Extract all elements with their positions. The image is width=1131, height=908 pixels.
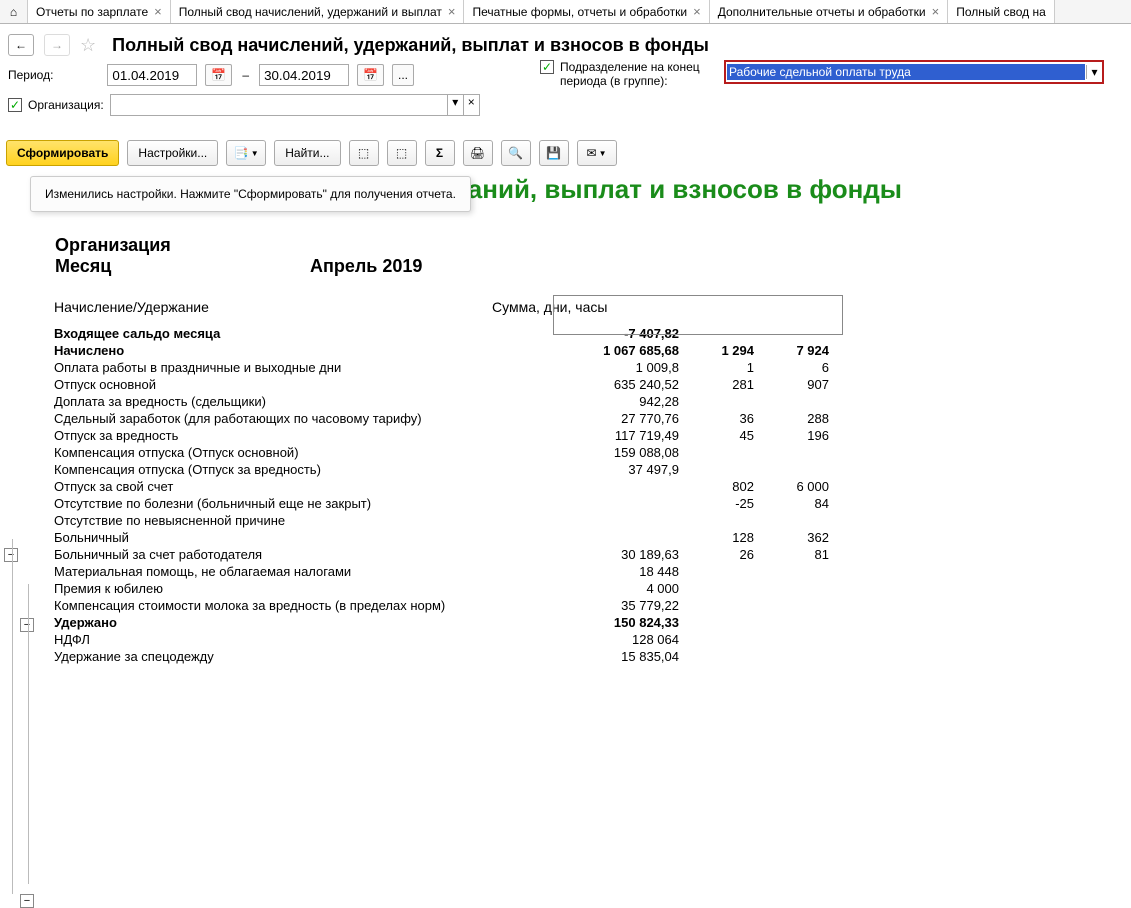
sum-icon[interactable]: Σ	[425, 140, 455, 166]
settings-button[interactable]: Настройки...	[127, 140, 218, 166]
mail-icon[interactable]: ✉▼	[577, 140, 617, 166]
chevron-down-icon[interactable]: ▾	[447, 95, 463, 115]
report-area: Изменились настройки. Нажмите "Сформиров…	[0, 174, 1131, 665]
save-settings-button[interactable]: 📑▼	[226, 140, 266, 166]
tab-label: Дополнительные отчеты и обработки	[718, 5, 926, 19]
generate-button[interactable]: Сформировать	[6, 140, 119, 166]
collapse-icon[interactable]: ⬚	[387, 140, 417, 166]
subdivision-value: Рабочие сдельной оплаты труда	[727, 64, 1085, 80]
tab-label: Печатные формы, отчеты и обработки	[472, 5, 687, 19]
table-row[interactable]: Начислено1 067 685,681 2947 924	[14, 342, 1131, 359]
table-row[interactable]: Удержание за спецодежду15 835,04	[14, 648, 1131, 665]
meta-month-value: Апрель 2019	[310, 256, 422, 277]
date-from-input[interactable]	[107, 64, 197, 86]
subdivision-field[interactable]: Рабочие сдельной оплаты труда ▾	[724, 60, 1104, 84]
page-title: Полный свод начислений, удержаний, выпла…	[112, 35, 709, 56]
date-to-input[interactable]	[259, 64, 349, 86]
table-row[interactable]: Больничный за счет работодателя30 189,63…	[14, 546, 1131, 563]
table-row[interactable]: Компенсация отпуска (Отпуск основной)159…	[14, 444, 1131, 461]
table-row[interactable]: НДФЛ128 064	[14, 631, 1131, 648]
print-icon[interactable]: 🖨	[463, 140, 493, 166]
chevron-down-icon[interactable]: ▾	[1086, 65, 1102, 79]
forward-button[interactable]: →	[44, 34, 70, 56]
table-row[interactable]: Отпуск за свой счет8026 000	[14, 478, 1131, 495]
tab-label: Полный свод на	[956, 5, 1046, 19]
table-row[interactable]: Компенсация стоимости молока за вредност…	[14, 597, 1131, 614]
table-row[interactable]: Оплата работы в праздничные и выходные д…	[14, 359, 1131, 376]
period-label: Период:	[8, 68, 53, 82]
tree-toggle[interactable]: −	[4, 548, 18, 562]
favorite-icon[interactable]: ☆	[80, 35, 96, 56]
period-more-button[interactable]: ...	[392, 64, 414, 86]
table-row[interactable]: Отпуск за вредность117 719,4945196	[14, 427, 1131, 444]
calendar-icon[interactable]: 📅	[205, 64, 232, 86]
expand-icon[interactable]: ⬚	[349, 140, 379, 166]
table-body: Входящее сальдо месяца-7 407,82Начислено…	[14, 325, 1131, 665]
org-row: ✓ Организация: ▾ ×	[0, 90, 1131, 120]
back-button[interactable]: ←	[8, 34, 34, 56]
close-icon[interactable]: ×	[693, 4, 701, 19]
meta-month-label: Месяц	[55, 256, 310, 277]
subdivision-checkbox[interactable]: ✓	[540, 60, 554, 74]
table-row[interactable]: Сдельный заработок (для работающих по ча…	[14, 410, 1131, 427]
report-meta: Организация МесяцАпрель 2019	[55, 235, 1131, 277]
tab-label: Полный свод начислений, удержаний и выпл…	[179, 5, 442, 19]
tree-toggle[interactable]: −	[20, 618, 34, 632]
meta-org-label: Организация	[55, 235, 310, 256]
table-row[interactable]: Материальная помощь, не облагаемая налог…	[14, 563, 1131, 580]
table-row[interactable]: Компенсация отпуска (Отпуск за вредность…	[14, 461, 1131, 478]
tab-reports[interactable]: Отчеты по зарплате ×	[28, 0, 171, 23]
org-select[interactable]: ▾ ×	[110, 94, 480, 116]
close-icon[interactable]: ×	[932, 4, 940, 19]
clear-icon[interactable]: ×	[463, 95, 479, 115]
home-icon: ⌂	[10, 5, 17, 19]
tab-full-summary[interactable]: Полный свод начислений, удержаний и выпл…	[171, 0, 465, 23]
settings-changed-hint: Изменились настройки. Нажмите "Сформиров…	[30, 176, 471, 212]
subdivision-label: Подразделение на конец периода (в группе…	[560, 60, 718, 88]
org-label: Организация:	[28, 98, 104, 112]
table-row[interactable]: Премия к юбилею4 000	[14, 580, 1131, 597]
tab-label: Отчеты по зарплате	[36, 5, 148, 19]
button-label: Настройки...	[138, 146, 207, 160]
org-value	[111, 95, 447, 115]
org-checkbox[interactable]: ✓	[8, 98, 22, 112]
table-row[interactable]: Больничный128362	[14, 529, 1131, 546]
button-label: Сформировать	[17, 146, 108, 160]
col-name: Начисление/Удержание	[54, 299, 492, 315]
table-row[interactable]: Доплата за вредность (сдельщики)942,28	[14, 393, 1131, 410]
home-tab[interactable]: ⌂	[0, 0, 28, 23]
preview-icon[interactable]: 🔍	[501, 140, 531, 166]
table-row[interactable]: Отсутствие по невыясненной причине	[14, 512, 1131, 529]
report-toolbar: Сформировать Настройки... 📑▼ Найти... ⬚ …	[0, 132, 1131, 174]
title-row: ← → ☆ Полный свод начислений, удержаний,…	[0, 24, 1131, 60]
close-icon[interactable]: ×	[448, 4, 456, 19]
tab-print-forms[interactable]: Печатные формы, отчеты и обработки ×	[464, 0, 709, 23]
tabs-bar: ⌂ Отчеты по зарплате × Полный свод начисл…	[0, 0, 1131, 24]
tab-extra-reports[interactable]: Дополнительные отчеты и обработки ×	[710, 0, 948, 23]
close-icon[interactable]: ×	[154, 4, 162, 19]
tab-full-summary2[interactable]: Полный свод на	[948, 0, 1055, 23]
table-row[interactable]: Отпуск основной635 240,52281907	[14, 376, 1131, 393]
button-label: Найти...	[285, 146, 329, 160]
save-icon[interactable]: 💾	[539, 140, 569, 166]
calendar-icon[interactable]: 📅	[357, 64, 384, 86]
tree-toggle[interactable]: −	[20, 894, 34, 908]
table-row[interactable]: Удержано150 824,33	[14, 614, 1131, 631]
table-row[interactable]: Отсутствие по болезни (больничный еще не…	[14, 495, 1131, 512]
find-button[interactable]: Найти...	[274, 140, 340, 166]
empty-box	[553, 295, 843, 335]
